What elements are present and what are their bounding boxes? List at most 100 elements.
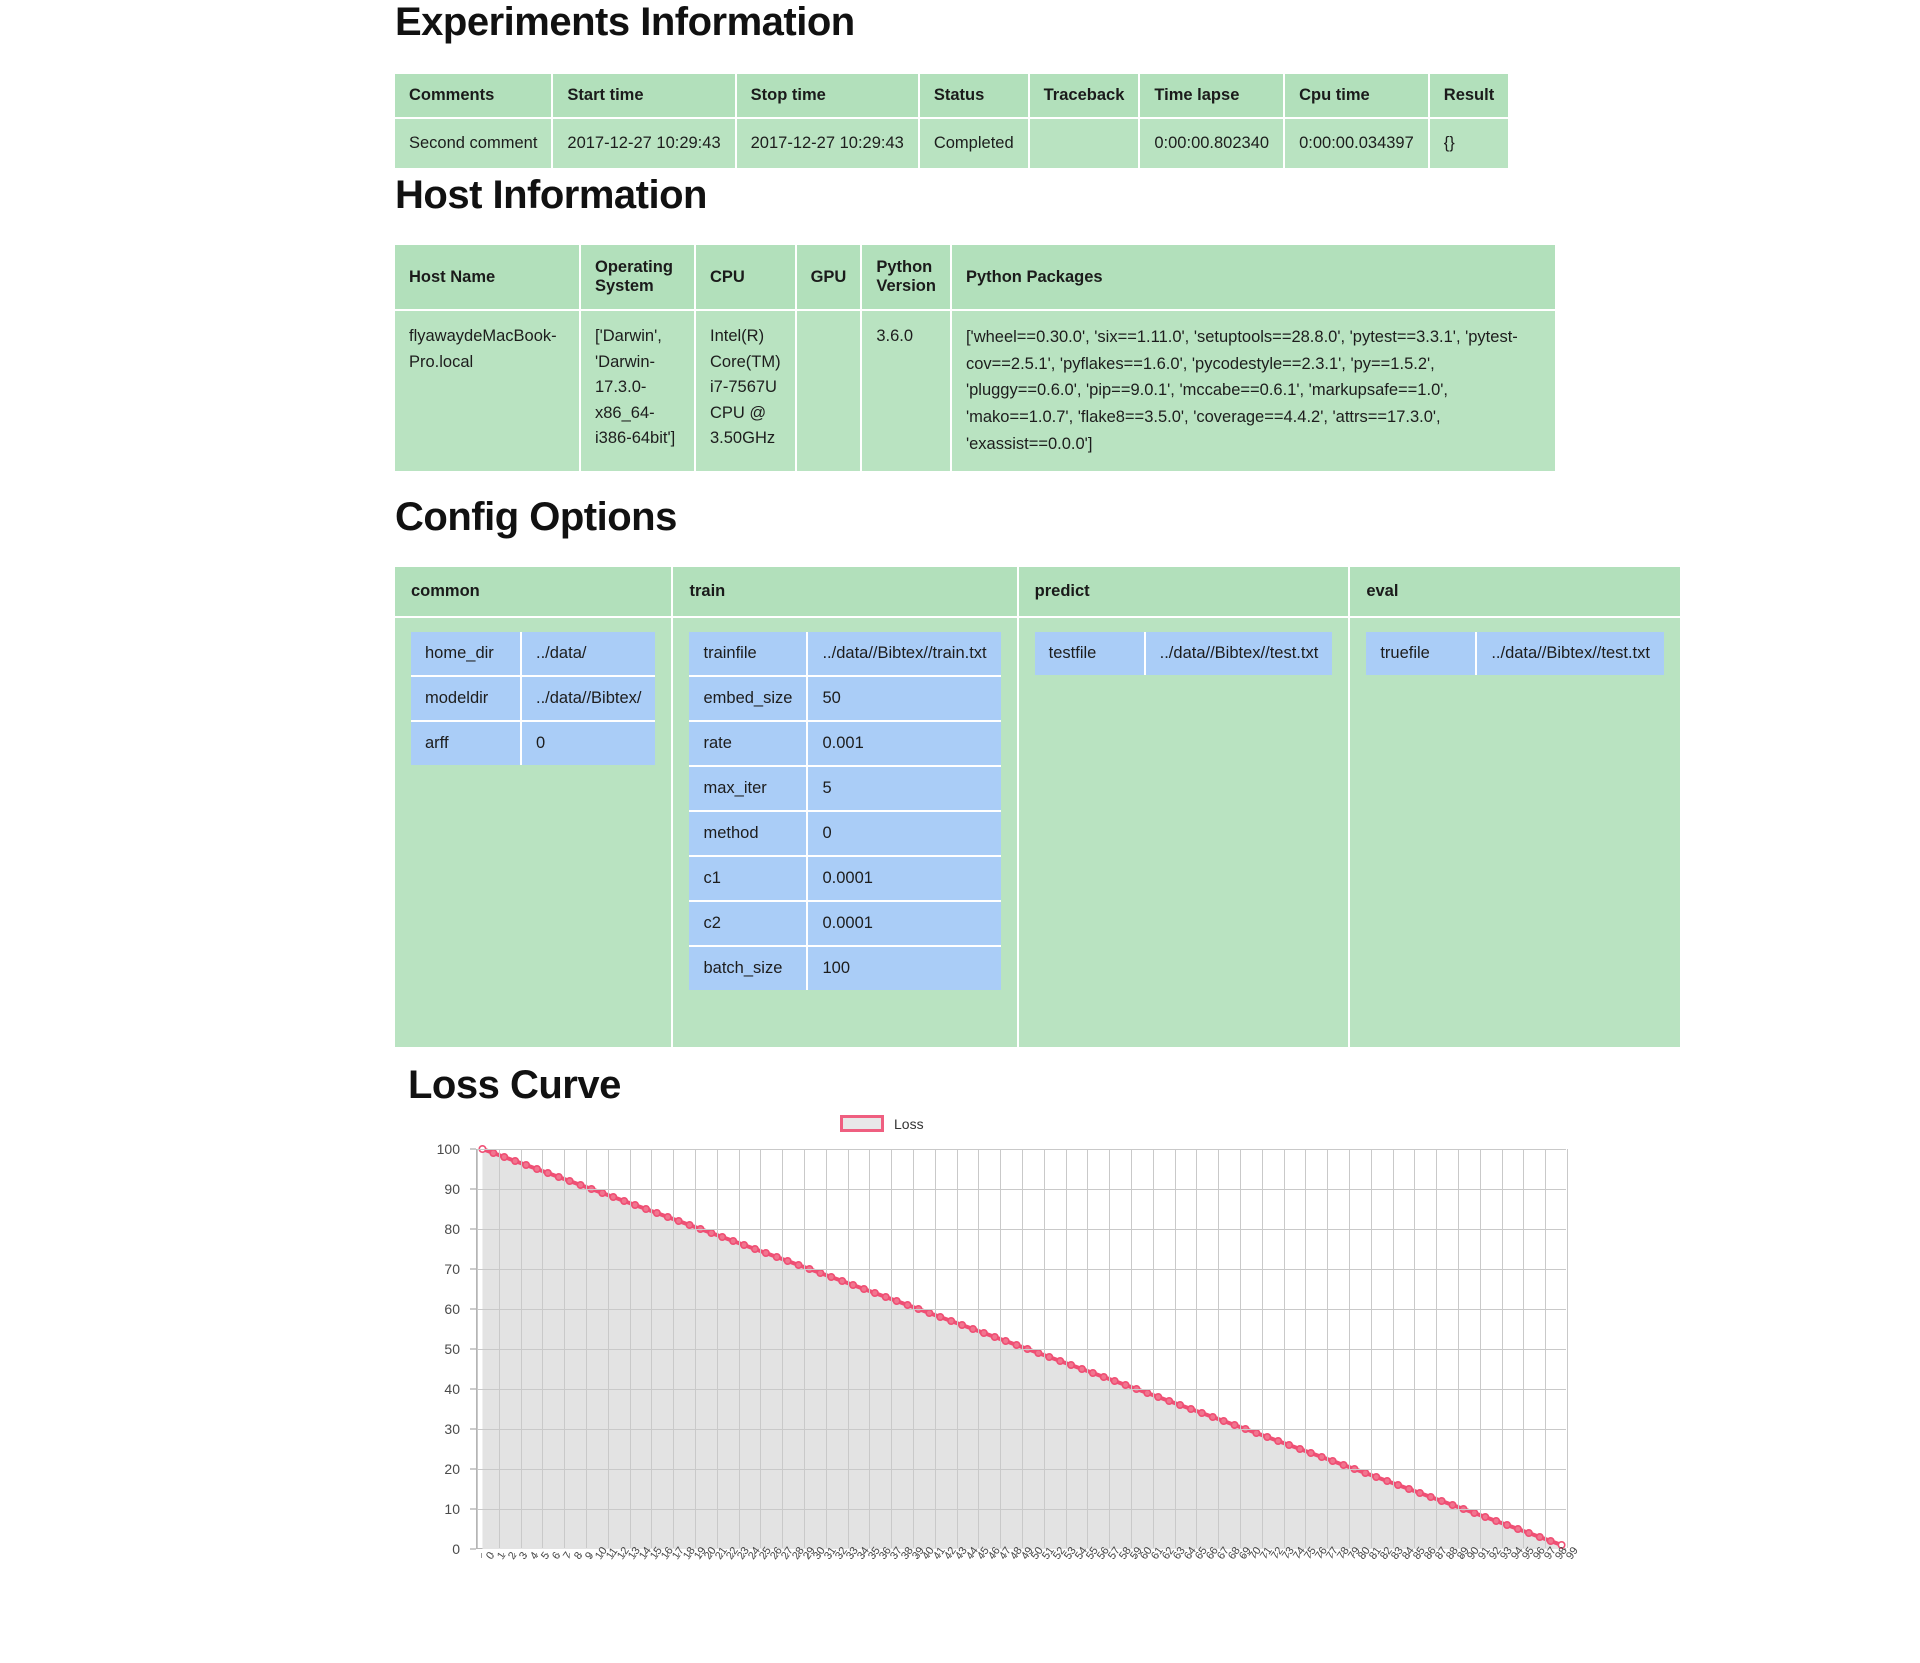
loss-data-point[interactable]	[1154, 1393, 1163, 1402]
loss-data-point[interactable]	[816, 1269, 825, 1278]
loss-data-point[interactable]	[968, 1325, 977, 1334]
loss-data-point[interactable]	[1361, 1468, 1370, 1477]
loss-data-point[interactable]	[1426, 1492, 1435, 1501]
loss-data-point[interactable]	[663, 1213, 672, 1222]
loss-data-point[interactable]	[576, 1180, 585, 1189]
loss-data-point[interactable]	[1056, 1357, 1065, 1366]
loss-data-point[interactable]	[1503, 1520, 1512, 1529]
loss-data-point[interactable]	[1165, 1397, 1174, 1406]
loss-data-point[interactable]	[1394, 1480, 1403, 1489]
loss-data-point[interactable]	[1252, 1428, 1261, 1437]
x-axis-tick	[917, 1553, 919, 1558]
loss-data-point[interactable]	[707, 1229, 716, 1238]
loss-data-point[interactable]	[1546, 1536, 1555, 1545]
config-option-row: embed_size 50	[689, 676, 1001, 722]
x-axis-tick	[950, 1553, 952, 1558]
loss-data-point[interactable]	[1306, 1448, 1315, 1457]
loss-data-point[interactable]	[674, 1217, 683, 1226]
loss-data-point[interactable]	[554, 1172, 563, 1181]
loss-data-point[interactable]	[1481, 1512, 1490, 1521]
loss-data-point[interactable]	[543, 1168, 552, 1177]
loss-data-point[interactable]	[511, 1157, 520, 1166]
loss-data-point[interactable]	[1186, 1404, 1195, 1413]
loss-data-point[interactable]	[761, 1249, 770, 1258]
loss-data-point[interactable]	[489, 1148, 498, 1158]
loss-data-point[interactable]	[532, 1164, 541, 1173]
loss-data-point[interactable]	[1176, 1401, 1185, 1410]
chart-legend[interactable]: Loss	[840, 1115, 924, 1132]
loss-data-point[interactable]	[1012, 1341, 1021, 1350]
loss-data-point[interactable]	[870, 1289, 879, 1298]
loss-data-point[interactable]	[1492, 1516, 1501, 1525]
loss-data-point[interactable]	[849, 1281, 858, 1290]
loss-data-point[interactable]	[881, 1293, 890, 1302]
loss-data-point[interactable]	[783, 1257, 792, 1266]
loss-data-point[interactable]	[947, 1317, 956, 1326]
loss-data-point[interactable]	[1448, 1500, 1457, 1509]
loss-data-point[interactable]	[1295, 1444, 1304, 1453]
loss-data-point[interactable]	[936, 1313, 945, 1322]
loss-data-point[interactable]	[685, 1221, 694, 1230]
loss-data-point[interactable]	[1099, 1373, 1108, 1382]
loss-data-point[interactable]	[1285, 1440, 1294, 1449]
loss-data-point[interactable]	[838, 1277, 847, 1286]
loss-data-point[interactable]	[729, 1237, 738, 1246]
loss-data-point[interactable]	[598, 1188, 607, 1197]
loss-data-point[interactable]	[979, 1329, 988, 1338]
loss-data-point[interactable]	[1197, 1408, 1206, 1417]
loss-data-point[interactable]	[1415, 1488, 1424, 1497]
gridline-vertical	[586, 1149, 587, 1548]
loss-data-point[interactable]	[859, 1285, 868, 1294]
loss-data-point[interactable]	[1513, 1524, 1522, 1533]
loss-data-point[interactable]	[652, 1208, 661, 1217]
x-axis-tick	[677, 1553, 679, 1558]
loss-data-point[interactable]	[1208, 1412, 1217, 1421]
loss-data-point[interactable]	[1143, 1389, 1152, 1398]
loss-data-point[interactable]	[631, 1200, 640, 1209]
x-axis-labels: 0123456789101112131415161718192021222324…	[476, 1545, 1580, 1599]
loss-data-point[interactable]	[772, 1253, 781, 1262]
loss-data-point[interactable]	[1121, 1381, 1130, 1390]
loss-data-point[interactable]	[740, 1241, 749, 1250]
cell-cpu-time: 0:00:00.034397	[1284, 118, 1430, 168]
loss-data-point[interactable]	[500, 1153, 509, 1162]
x-axis-tick	[1298, 1553, 1300, 1558]
loss-data-point[interactable]	[1077, 1365, 1086, 1374]
loss-data-point[interactable]	[892, 1297, 901, 1306]
loss-data-point[interactable]	[1219, 1416, 1228, 1425]
loss-data-point[interactable]	[750, 1245, 759, 1254]
loss-data-point[interactable]	[1110, 1377, 1119, 1386]
loss-data-point[interactable]	[1067, 1361, 1076, 1370]
loss-data-point[interactable]	[1328, 1456, 1337, 1465]
loss-data-point[interactable]	[1470, 1508, 1479, 1517]
loss-data-point[interactable]	[1317, 1452, 1326, 1461]
loss-data-point[interactable]	[1437, 1496, 1446, 1505]
loss-data-point[interactable]	[1230, 1420, 1239, 1429]
loss-data-point[interactable]	[609, 1192, 618, 1201]
loss-data-point[interactable]	[1274, 1436, 1283, 1445]
loss-data-point[interactable]	[1339, 1460, 1348, 1469]
loss-data-point[interactable]	[1263, 1432, 1272, 1441]
loss-data-point[interactable]	[1383, 1476, 1392, 1485]
loss-data-point[interactable]	[958, 1321, 967, 1330]
loss-data-point[interactable]	[1001, 1337, 1010, 1346]
loss-data-point[interactable]	[1372, 1472, 1381, 1481]
loss-data-point[interactable]	[1404, 1484, 1413, 1493]
loss-data-point[interactable]	[1535, 1532, 1544, 1541]
loss-data-point[interactable]	[1088, 1369, 1097, 1378]
loss-data-point[interactable]	[794, 1261, 803, 1270]
loss-data-point[interactable]	[641, 1204, 650, 1213]
loss-data-point[interactable]	[1524, 1528, 1533, 1537]
loss-data-point[interactable]	[565, 1176, 574, 1185]
loss-data-point[interactable]	[522, 1161, 531, 1170]
loss-data-point[interactable]	[990, 1333, 999, 1342]
loss-data-point[interactable]	[718, 1233, 727, 1242]
x-axis-tick	[1102, 1553, 1104, 1558]
loss-data-point[interactable]	[925, 1309, 934, 1318]
loss-data-point[interactable]	[620, 1196, 629, 1205]
loss-data-point[interactable]	[903, 1301, 912, 1310]
loss-data-point[interactable]	[1045, 1353, 1054, 1362]
loss-data-point[interactable]	[1034, 1349, 1043, 1358]
host-section-title: Host Information	[395, 173, 707, 217]
loss-data-point[interactable]	[827, 1273, 836, 1282]
